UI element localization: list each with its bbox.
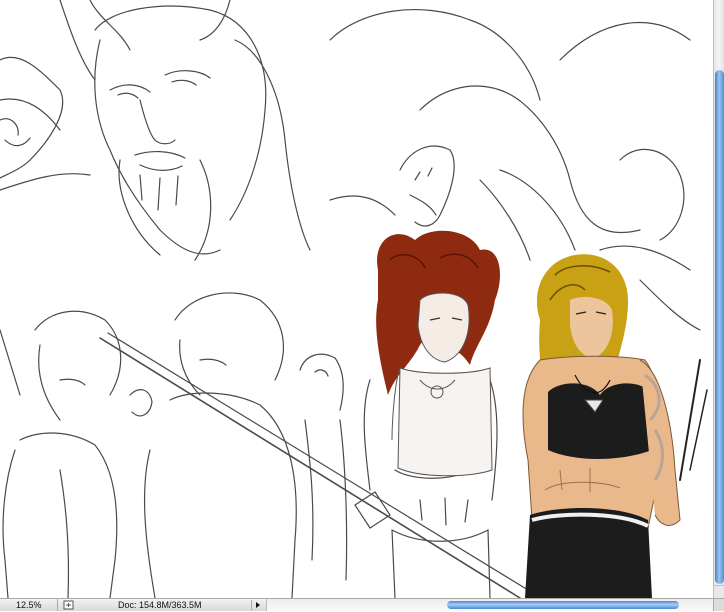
status-bar: 12.5% Doc: 154.8M/363.5M [0, 598, 724, 611]
scroll-down-arrow[interactable] [714, 585, 724, 599]
document-size-info: Doc: 154.8M/363.5M [118, 600, 202, 610]
vertical-scrollbar[interactable] [713, 0, 724, 599]
artwork-illustration [0, 0, 708, 598]
horizontal-scrollbar[interactable] [266, 599, 714, 611]
document-canvas[interactable] [0, 0, 713, 598]
zoom-level-field[interactable]: 12.5% [0, 599, 58, 611]
blond-character [522, 254, 681, 598]
horizontal-scroll-thumb[interactable] [447, 601, 679, 609]
resize-corner[interactable] [713, 599, 724, 611]
vertical-scroll-thumb[interactable] [715, 70, 724, 584]
document-status-icon[interactable] [63, 600, 74, 610]
red-haired-character [376, 230, 500, 477]
triangle-right-icon[interactable] [251, 600, 263, 610]
